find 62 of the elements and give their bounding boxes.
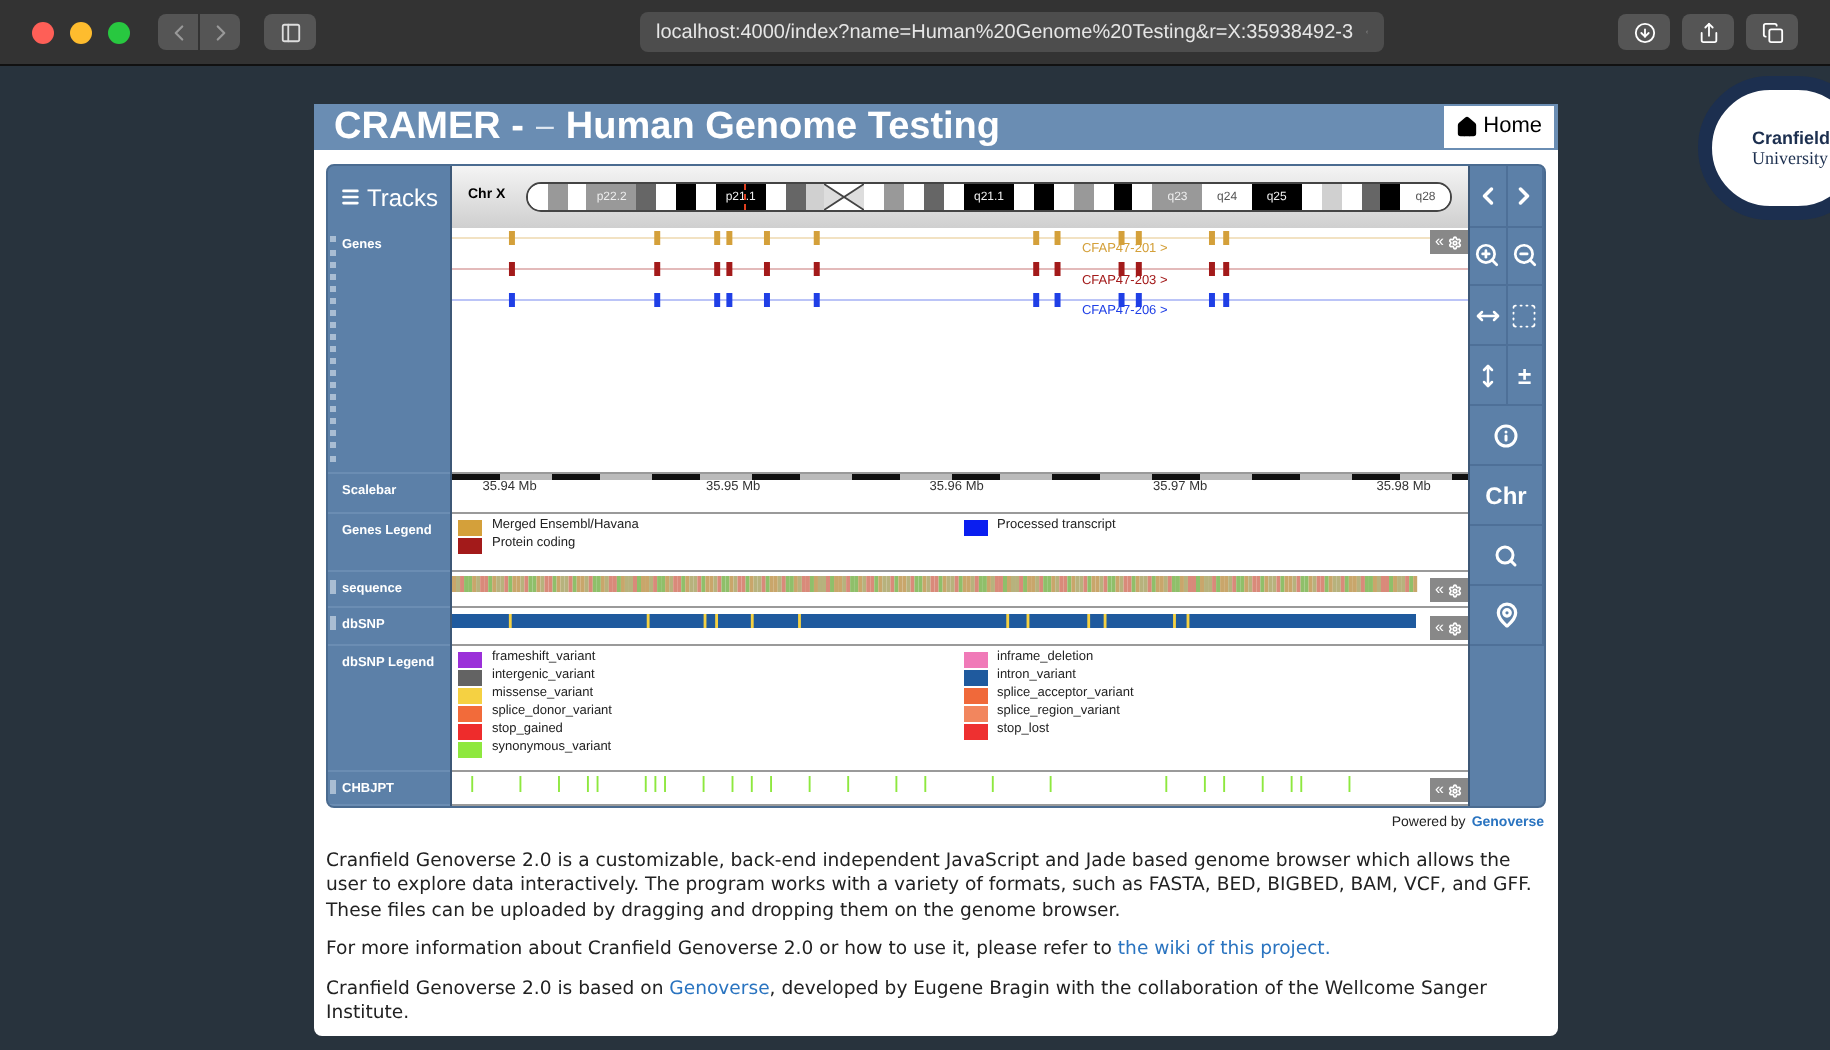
home-button[interactable]: Home [1443,106,1554,148]
search-button[interactable] [1470,526,1544,586]
description-paragraph: For more information about Cranfield Genoverse 2.0 or how to use it, please refer to the wiki of this project. [326,938,1333,963]
drag-handle-icon[interactable] [330,780,336,792]
drag-handle-icon[interactable] [330,580,336,592]
prev-button[interactable] [1470,166,1507,228]
download-icon [1633,21,1655,43]
maximize-window-icon[interactable] [108,21,130,43]
sidebar-icon [279,21,301,43]
forward-button[interactable] [200,14,240,50]
title-separator: – [536,111,554,143]
track-toggle-button[interactable]: « [1429,230,1468,254]
text-link[interactable]: Genoverse [669,977,770,999]
control-button[interactable]: Chr [1470,466,1544,526]
select-button[interactable] [1507,286,1544,346]
menu-icon [340,186,361,208]
page-title: CRAMER - [334,108,524,146]
tabs-icon [1761,21,1783,43]
sidebar-button[interactable] [264,14,316,50]
university-logo[interactable]: Cranfield University [1698,76,1830,220]
dashed-square-icon [1510,301,1539,329]
share-icon [1697,21,1719,43]
settings-icon [1448,583,1462,597]
zoom-out-icon [1511,242,1538,268]
zoom-in-icon [1474,242,1501,268]
minimize-window-icon[interactable] [70,21,92,43]
expand-vertical-button[interactable] [1470,346,1507,406]
url-text: localhost:4000/index?name=Human%20Genome%20Testing&r=X:35938492-3 [656,19,1354,47]
logo-text: University [1752,148,1830,168]
zoom-in-button[interactable] [1470,226,1507,286]
text-link[interactable]: the wiki of this project. [1117,938,1331,960]
track-toggle-button[interactable]: « [1429,616,1468,640]
control-button[interactable]: ± [1507,346,1544,406]
centromere-icon [824,184,865,210]
logo-text: Cranfield [1752,128,1830,148]
next-button[interactable] [1507,166,1544,228]
track-toggle-button[interactable]: « [1429,778,1468,802]
drag-handle-icon[interactable] [330,236,336,462]
close-window-icon[interactable] [32,21,54,43]
settings-icon [1448,621,1462,635]
tracks-button[interactable]: Tracks [328,166,450,228]
description-paragraph: Cranfield Genoverse 2.0 is based on Genoverse, developed by Eugene Bragin with the collaboration of the Wellcome Sanger Institute. [326,977,1489,1027]
pin-button[interactable] [1470,586,1544,646]
share-button[interactable] [1682,14,1734,50]
expand-horizontal-button[interactable] [1470,286,1507,346]
position-marker [744,184,747,210]
settings-icon [1448,783,1462,797]
info-button[interactable] [1470,406,1544,466]
description-paragraph: Cranfield Genoverse 2.0 is a customizable, back-end independent JavaScript and Jade based genome browser which allows the user to explore data interactively. The program works with a variety of formats, such as FASTA, BED, BIGBED, BAM, VCF, and GFF. These files can be uploaded by dragging and dropping them on the genome browser. [326,849,1534,924]
download-button[interactable] [1618,14,1670,50]
drag-handle-icon[interactable] [330,616,336,628]
track-toggle-button[interactable]: « [1429,578,1468,602]
settings-icon [1448,235,1462,249]
page-subtitle: Human Genome Testing [565,108,1001,146]
info-icon [1494,423,1518,447]
tabs-button[interactable] [1746,14,1798,50]
search-icon [1494,543,1518,567]
address-field[interactable]: localhost:4000/index?name=Human%20Genome%20Testing&r=X:35938492-3 [640,12,1384,52]
home-icon [1455,116,1478,138]
zoom-out-button[interactable] [1507,226,1544,286]
map-pin-icon [1493,602,1519,628]
back-button[interactable] [158,14,198,50]
